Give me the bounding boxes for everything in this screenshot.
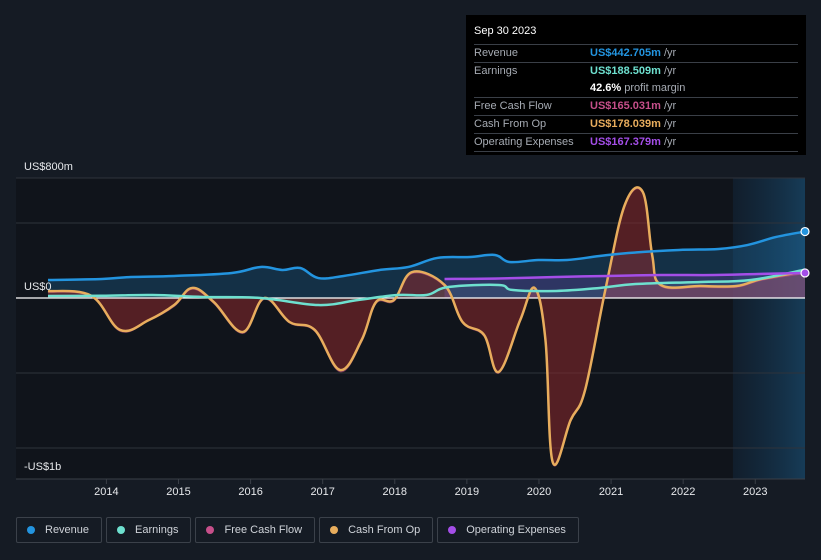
legend-item-cash-from-op[interactable]: Cash From Op	[319, 517, 434, 543]
legend-item-free-cash-flow[interactable]: Free Cash Flow	[195, 517, 316, 543]
x-tick-label: 2022	[671, 486, 695, 498]
tooltip-row-operating-expenses: Operating Expenses US$167.379m/yr	[474, 133, 798, 151]
x-axis-ticks: 2014 2015 2016 2017 2018 2019 2020 2021 2022 2023	[94, 479, 767, 498]
legend-item-earnings[interactable]: Earnings	[106, 517, 192, 543]
tooltip-rows: Revenue US$442.705m/yr Earnings US$188.509m…	[474, 44, 798, 151]
x-tick-label: 2016	[238, 486, 262, 498]
legend-item-operating-expenses[interactable]: Operating Expenses	[437, 517, 579, 543]
tooltip-label	[474, 80, 590, 97]
x-tick-label: 2017	[310, 486, 334, 498]
legend-item-revenue[interactable]: Revenue	[16, 517, 103, 543]
tooltip-label: Cash From Op	[474, 118, 547, 130]
y-tick-label: US$800m	[24, 161, 73, 173]
y-tick-label: -US$1b	[24, 461, 61, 473]
legend-label: Cash From Op	[348, 524, 421, 536]
tooltip-label: Revenue	[474, 47, 519, 59]
tooltip-row-revenue: Revenue US$442.705m/yr	[474, 44, 798, 62]
x-tick-label: 2020	[527, 486, 551, 498]
legend-dot-icon	[330, 526, 339, 534]
tooltip-value: US$167.379m	[590, 136, 661, 148]
tooltip-row-profit-margin: 42.6% profit margin	[474, 80, 798, 97]
legend-dot-icon	[448, 526, 457, 534]
tooltip-unit: profit margin	[624, 82, 686, 94]
x-tick-label: 2018	[383, 486, 407, 498]
revenue-endpoint	[800, 226, 810, 237]
legend-dot-icon	[27, 526, 35, 534]
tooltip-label: Operating Expenses	[474, 136, 574, 148]
x-tick-label: 2019	[455, 486, 479, 498]
tooltip-row-cash-from-op: Cash From Op US$178.039m/yr	[474, 115, 798, 133]
tooltip-value: US$178.039m	[590, 118, 661, 130]
y-tick-label: US$0	[24, 281, 52, 293]
tooltip-unit: /yr	[663, 118, 677, 130]
legend-label: Free Cash Flow	[224, 524, 303, 536]
tooltip-divider	[474, 151, 798, 152]
tooltip-value: US$188.509m	[590, 65, 661, 77]
legend-dot-icon	[206, 526, 215, 534]
legend-label: Earnings	[135, 524, 179, 536]
x-tick-label: 2023	[743, 486, 767, 498]
tooltip-unit: /yr	[663, 100, 677, 112]
operating-expenses-endpoint	[800, 268, 810, 278]
legend-dot-icon	[117, 526, 126, 534]
x-tick-label: 2015	[166, 486, 190, 498]
legend-label: Operating Expenses	[466, 524, 566, 536]
tooltip-label: Free Cash Flow	[474, 100, 552, 112]
tooltip-unit: /yr	[663, 65, 677, 77]
tooltip-label: Earnings	[474, 65, 518, 77]
x-tick-label: 2021	[599, 486, 623, 498]
tooltip-value: US$165.031m	[590, 100, 661, 112]
legend: Revenue Earnings Free Cash Flow Cash From O…	[16, 517, 579, 543]
tooltip-unit: /yr	[663, 136, 677, 148]
tooltip-unit: /yr	[663, 47, 677, 59]
tooltip: Sep 30 2023 Revenue US$442.705m/yr Earning…	[466, 15, 806, 155]
tooltip-date: Sep 30 2023	[474, 25, 537, 37]
tooltip-row-earnings: Earnings US$188.509m/yr	[474, 62, 798, 80]
tooltip-value: 42.6%	[590, 82, 622, 94]
x-tick-label: 2014	[94, 486, 118, 498]
tooltip-value: US$442.705m	[590, 47, 661, 59]
tooltip-row-free-cash-flow: Free Cash Flow US$165.031m/yr	[474, 97, 798, 115]
legend-label: Revenue	[45, 524, 90, 536]
